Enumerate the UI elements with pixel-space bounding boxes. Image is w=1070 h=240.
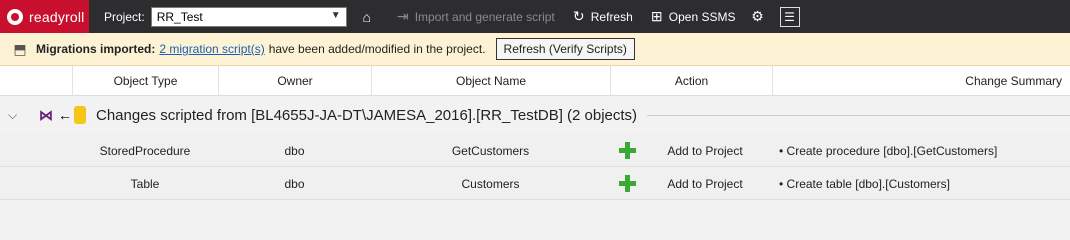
refresh-icon: ↻: [572, 8, 585, 24]
project-label: Project:: [104, 9, 145, 24]
import-generate-script-button[interactable]: ⇥ Import and generate script: [395, 8, 555, 25]
panel-icon[interactable]: ☰: [779, 6, 800, 27]
column-header-owner[interactable]: Owner: [218, 66, 371, 96]
table-header: Object Type Owner Object Name Action Cha…: [0, 66, 1070, 96]
cell-action[interactable]: Add to Project: [640, 167, 770, 200]
cell-action[interactable]: Add to Project: [640, 134, 770, 167]
arrow-left-icon: ←: [58, 107, 72, 123]
db-settings-icon[interactable]: ⚙: [750, 8, 766, 25]
column-header-object-name[interactable]: Object Name: [371, 66, 610, 96]
refresh-verify-scripts-button[interactable]: Refresh (Verify Scripts): [495, 38, 635, 60]
column-header-action[interactable]: Action: [610, 66, 772, 96]
refresh-label: Refresh: [590, 9, 633, 24]
migration-icon: ⬒: [13, 40, 27, 57]
column-header-object-type[interactable]: Object Type: [72, 66, 218, 96]
database-icon: [74, 106, 86, 124]
cell-object-type: StoredProcedure: [99, 143, 191, 158]
cell-owner: dbo: [284, 176, 305, 191]
table-row[interactable]: StoredProcedure dbo GetCustomers Add to …: [0, 134, 1070, 167]
home-icon[interactable]: ⌂: [359, 9, 375, 25]
add-icon: [619, 175, 636, 192]
cell-owner: dbo: [284, 143, 305, 158]
import-icon: ⇥: [396, 8, 409, 24]
readyroll-logo: readyroll: [0, 0, 89, 33]
migration-notification-bar: ⬒ Migrations imported: 2 migration scrip…: [0, 33, 1070, 66]
cell-object-name: Customers: [461, 176, 520, 191]
open-ssms-label: Open SSMS: [668, 9, 736, 24]
notification-message: have been added/modified in the project.: [268, 42, 486, 56]
open-ssms-button[interactable]: ⊞ Open SSMS: [649, 8, 736, 25]
readyroll-logo-icon: [7, 8, 23, 25]
group-title: Changes scripted from [BL4655J-JA-DT\JAM…: [96, 106, 638, 124]
main-toolbar: readyroll Project: RR_Test ▼ ⌂ ⇥ Import …: [0, 0, 1070, 33]
group-divider: [647, 114, 1070, 116]
project-select[interactable]: RR_Test ▼: [150, 6, 347, 27]
cell-change-summary: • Create procedure [dbo].[GetCustomers]: [779, 143, 998, 158]
visual-studio-icon: ⋈: [39, 106, 53, 123]
add-icon: [619, 142, 636, 159]
column-header-change-summary[interactable]: Change Summary: [772, 66, 1070, 96]
chevron-down-icon[interactable]: ⌵: [8, 108, 22, 123]
chevron-down-icon: ▼: [330, 9, 341, 21]
project-select-value: RR_Test: [156, 9, 203, 24]
ssms-icon: ⊞: [650, 8, 663, 24]
notification-title: Migrations imported:: [36, 42, 156, 56]
cell-object-name: GetCustomers: [451, 143, 530, 158]
cell-object-type: Table: [130, 176, 160, 191]
table-row[interactable]: Table dbo Customers Add to Project • Cre…: [0, 167, 1070, 200]
changes-group-header[interactable]: ⌵ ⋈ ← Changes scripted from [BL4655J-JA-…: [0, 96, 1070, 134]
cell-change-summary: • Create table [dbo].[Customers]: [779, 176, 950, 191]
refresh-button[interactable]: ↻ Refresh: [571, 8, 633, 25]
migration-scripts-link[interactable]: 2 migration script(s): [159, 42, 264, 56]
logo-text: readyroll: [29, 8, 85, 25]
import-label: Import and generate script: [414, 9, 555, 24]
